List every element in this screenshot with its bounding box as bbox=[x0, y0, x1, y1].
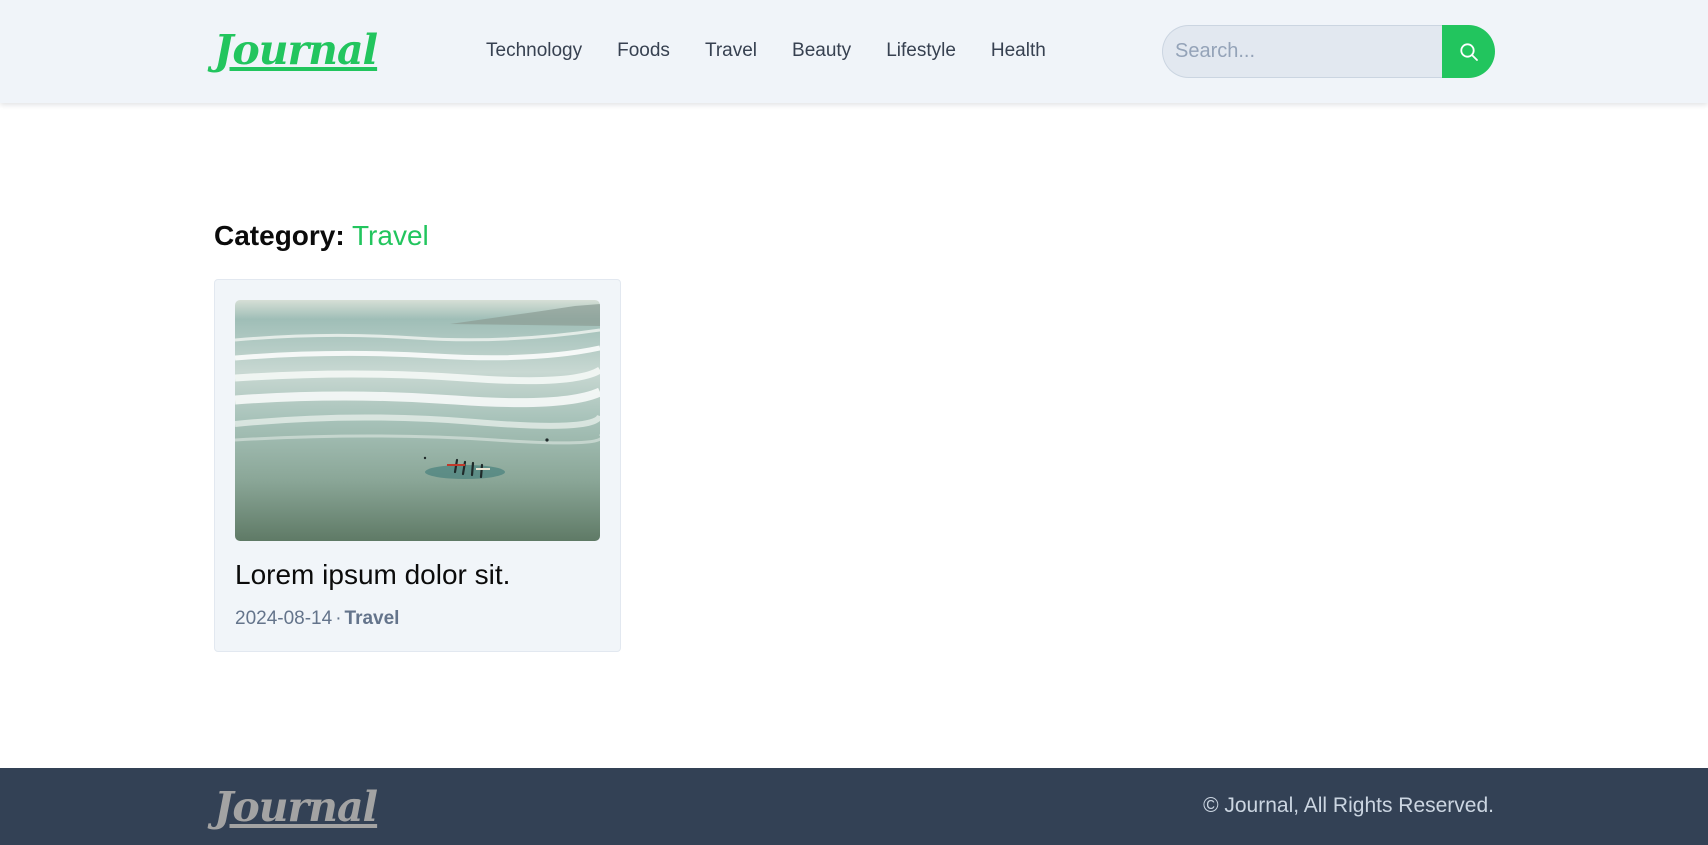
nav-item: Travel bbox=[705, 40, 757, 62]
post-image[interactable] bbox=[235, 300, 600, 541]
beach-surfers-photo bbox=[235, 300, 600, 541]
post-category-link[interactable]: Travel bbox=[345, 608, 400, 629]
nav-item: Lifestyle bbox=[886, 40, 956, 62]
nav-item: Beauty bbox=[792, 40, 851, 62]
category-name: Travel bbox=[351, 220, 429, 251]
search-button[interactable] bbox=[1442, 25, 1495, 78]
nav-link-foods[interactable]: Foods bbox=[617, 40, 670, 62]
nav-item: Health bbox=[991, 40, 1046, 62]
nav-item: Technology bbox=[486, 40, 582, 62]
nav-link-technology[interactable]: Technology bbox=[486, 40, 582, 62]
meta-separator: · bbox=[335, 608, 342, 629]
nav-link-travel[interactable]: Travel bbox=[705, 40, 757, 62]
main-nav: Technology Foods Travel Beauty Lifestyle… bbox=[486, 40, 1046, 62]
category-label: Category: bbox=[214, 220, 345, 251]
post-title[interactable]: Lorem ipsum dolor sit. bbox=[235, 559, 510, 591]
copyright-text: © Journal, All Rights Reserved. bbox=[1203, 794, 1494, 817]
footer-logo[interactable]: Journal bbox=[214, 787, 378, 828]
nav-item: Foods bbox=[617, 40, 670, 62]
search-icon bbox=[1459, 42, 1478, 61]
site-footer: Journal © Journal, All Rights Reserved. bbox=[0, 768, 1708, 845]
search-form bbox=[1162, 25, 1495, 78]
site-header: Journal Technology Foods Travel Beauty L… bbox=[0, 0, 1708, 103]
nav-link-lifestyle[interactable]: Lifestyle bbox=[886, 40, 956, 62]
search-input[interactable] bbox=[1162, 25, 1442, 78]
nav-link-beauty[interactable]: Beauty bbox=[792, 40, 851, 62]
post-date: 2024-08-14 bbox=[235, 608, 333, 629]
category-heading: Category: Travel bbox=[214, 220, 429, 252]
post-meta: 2024-08-14 · Travel bbox=[235, 608, 399, 630]
nav-link-health[interactable]: Health bbox=[991, 40, 1046, 62]
post-card: Lorem ipsum dolor sit. 2024-08-14 · Travel bbox=[214, 279, 621, 652]
header-logo[interactable]: Journal bbox=[214, 30, 378, 71]
